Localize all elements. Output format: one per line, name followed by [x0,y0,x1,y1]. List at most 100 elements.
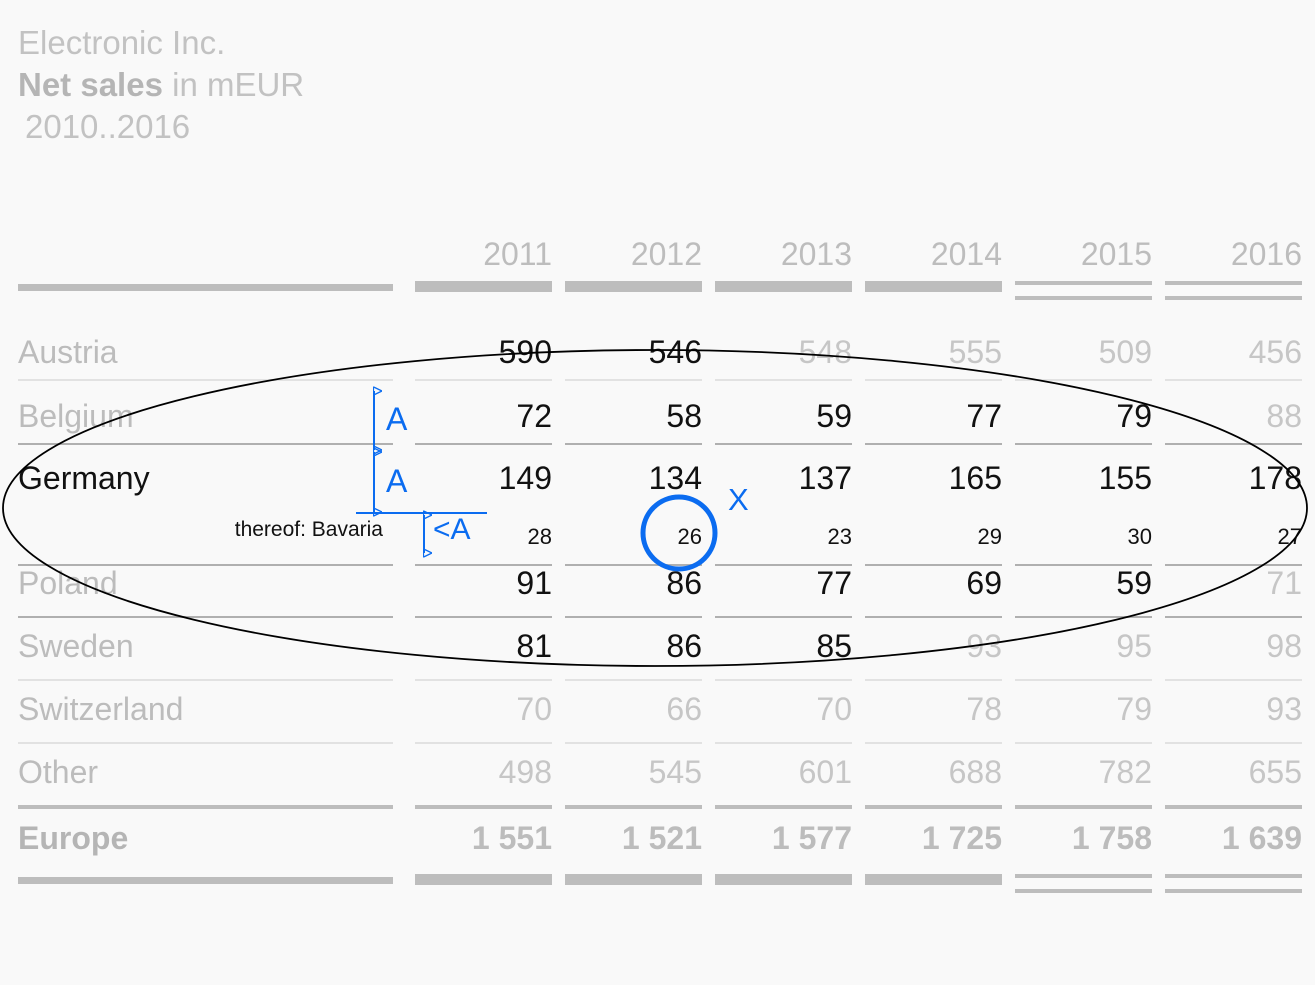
cell-value: 79 [1116,398,1152,434]
cell-value: 93 [1266,691,1302,727]
cell-value: 1 758 [1071,820,1152,856]
cell-value: 86 [666,565,702,601]
total-rule-2011 [415,874,552,885]
header-rule-2011 [415,281,552,292]
cell-value: 1 639 [1221,820,1302,856]
header-rule-2014 [865,281,1002,292]
row-label-europe: Europe [18,820,129,856]
row-label-switzerland: Switzerland [18,691,184,727]
row-label-other: Other [18,754,99,790]
cell-value: 81 [516,628,552,664]
row-label-austria: Austria [18,334,118,370]
cell-value: 548 [798,334,852,370]
row-rule [1015,679,1152,681]
row-rule [865,805,1002,809]
cell-value: 134 [648,460,702,496]
cell-value: 165 [948,460,1002,496]
cell-value: 71 [1266,565,1302,601]
row-rule [865,742,1002,744]
cell-value: 95 [1116,628,1152,664]
period-range: 2010..2016 [25,108,191,146]
cell-value: 78 [966,691,1002,727]
cell-value: 59 [1116,565,1152,601]
row-height-label-bavaria: <A [433,513,471,546]
cell-value: 498 [498,754,552,790]
row-rule [1165,443,1302,445]
cell-value: 27 [1277,524,1302,549]
header-rule-2013 [715,281,852,292]
total-rule-2013 [715,874,852,885]
column-header-2014: 2014 [930,236,1002,272]
cell-value: 85 [816,628,852,664]
row-rule [715,742,852,744]
row-rule [715,616,852,618]
cell-value: 688 [948,754,1002,790]
row-rule [565,379,702,381]
row-rule-label [18,379,393,381]
cell-value: 66 [666,691,702,727]
row-rule [565,679,702,681]
total-rule-2015 [1015,874,1152,893]
cell-value: 58 [666,398,702,434]
cell-value: 86 [666,628,702,664]
cross-marker: X [728,482,749,517]
row-rule [715,379,852,381]
cell-value: 93 [966,628,1002,664]
row-rule [715,679,852,681]
row-rule [1015,379,1152,381]
cell-value: 509 [1098,334,1152,370]
cell-value: 91 [516,565,552,601]
row-rule [415,379,552,381]
row-label-belgium: Belgium [18,398,134,434]
row-rule [415,679,552,681]
row-rule [565,742,702,744]
cell-value: 98 [1266,628,1302,664]
row-height-label-germany: A [386,463,408,499]
row-rule [1015,742,1152,744]
cell-value: 1 577 [771,820,852,856]
cell-value: 1 551 [471,820,552,856]
cell-value: 782 [1098,754,1152,790]
cell-value: 1 725 [921,820,1002,856]
measure-strong: Net sales [18,66,163,104]
row-rule-label [18,679,393,681]
cell-value: 178 [1248,460,1302,496]
cell-value: 546 [648,334,702,370]
cell-value: 79 [1116,691,1152,727]
row-rule [715,805,852,809]
cell-value: 655 [1248,754,1302,790]
row-label-poland: Poland [18,565,118,601]
row-rule [1165,805,1302,809]
row-rule [865,379,1002,381]
row-rule [1015,805,1152,809]
column-header-2015: 2015 [1080,236,1152,272]
cell-value: 555 [948,334,1002,370]
cell-value: 70 [816,691,852,727]
measure-rest: in mEUR [162,66,305,104]
row-rule [865,616,1002,618]
row-rule-label [18,742,393,744]
row-height-label-belgium: A [386,401,408,437]
row-rule [565,616,702,618]
row-label-germany: Germany [18,460,150,496]
row-rule-label [18,805,393,809]
column-header-2016: 2016 [1230,236,1302,272]
row-rule [415,742,552,744]
header-rule-2012 [565,281,702,292]
header-rule-labels [18,284,393,291]
cell-value: 456 [1248,334,1302,370]
row-rule [415,443,552,445]
cell-value: 59 [816,398,852,434]
slide-canvas: Electronic Inc. Net sales in mEUR 2010..… [0,0,1315,985]
row-rule [415,616,552,618]
total-rule-2016 [1165,874,1302,893]
cell-value: 23 [827,524,852,549]
cell-value: 155 [1098,460,1152,496]
cell-value: 29 [977,524,1002,549]
measure-line: Net sales in mEUR [18,64,304,106]
row-label-thereofbavaria: thereof: Bavaria [234,518,383,541]
cell-value: 149 [498,460,552,496]
row-rule [415,805,552,809]
header-rule-2016 [1165,281,1302,300]
cell-value: 30 [1127,524,1152,549]
